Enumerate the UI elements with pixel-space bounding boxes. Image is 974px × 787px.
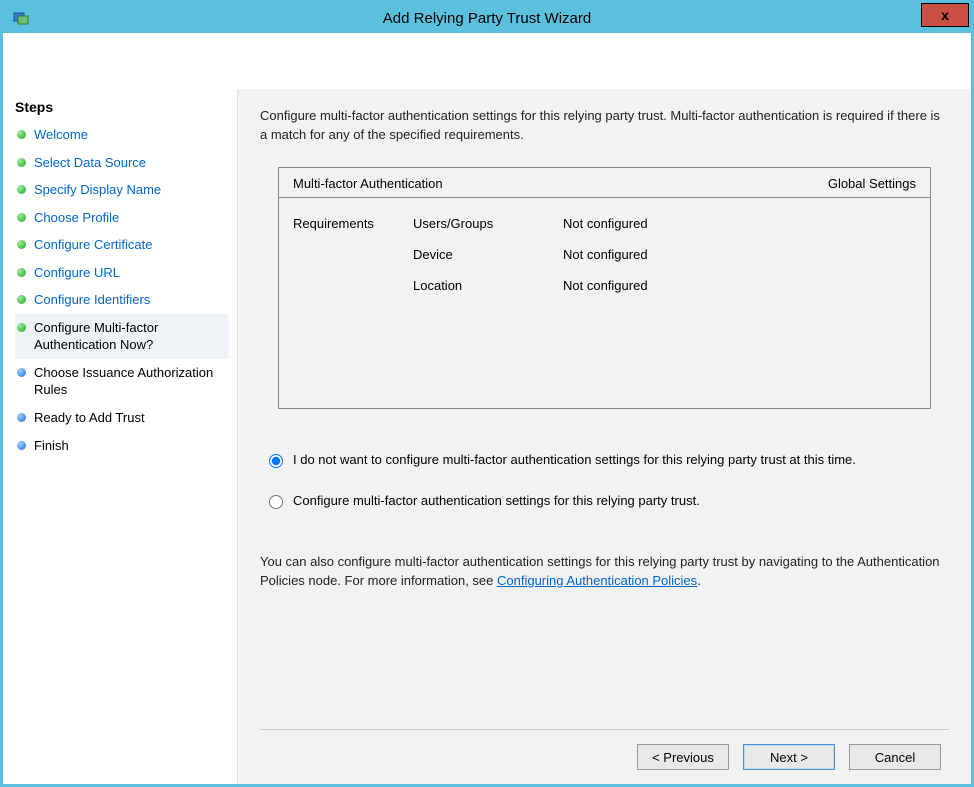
- step-bullet-icon: [17, 268, 26, 277]
- mfa-choice-radios: I do not want to configure multi-factor …: [264, 441, 949, 533]
- step-label: Select Data Source: [34, 154, 146, 172]
- step-ready-to-add-trust[interactable]: Ready to Add Trust: [15, 404, 229, 432]
- mfa-req-name: Location: [413, 270, 563, 301]
- main-panel: Configure multi-factor authentication se…: [237, 89, 971, 784]
- mfa-req-name: Users/Groups: [413, 208, 563, 239]
- step-finish[interactable]: Finish: [15, 432, 229, 460]
- step-configure-certificate[interactable]: Configure Certificate: [15, 231, 229, 259]
- mfa-req-name: Device: [413, 239, 563, 270]
- step-label: Configure Certificate: [34, 236, 153, 254]
- step-bullet-icon: [17, 213, 26, 222]
- mfa-body: Requirements Users/GroupsDeviceLocation …: [279, 198, 930, 311]
- mfa-global-settings: Global Settings: [828, 176, 916, 191]
- step-bullet-icon: [17, 323, 26, 332]
- mfa-settings-box: Multi-factor Authentication Global Setti…: [278, 167, 931, 409]
- steps-heading: Steps: [15, 99, 229, 115]
- mfa-heading: Multi-factor Authentication: [293, 176, 828, 191]
- mfa-req-value: Not configured: [563, 208, 916, 239]
- footnote-link[interactable]: Configuring Authentication Policies: [497, 573, 697, 588]
- requirements-label: Requirements: [293, 208, 413, 239]
- wizard-buttons: < Previous Next > Cancel: [260, 729, 949, 772]
- steps-sidebar: Steps Welcome Select Data Source Specify D…: [3, 89, 237, 784]
- close-button[interactable]: x: [921, 3, 969, 27]
- step-bullet-icon: [17, 240, 26, 249]
- step-choose-issuance-authorization-rules[interactable]: Choose Issuance Authorization Rules: [15, 359, 229, 404]
- step-bullet-icon: [17, 441, 26, 450]
- step-label: Configure URL: [34, 264, 120, 282]
- titlebar: Add Relying Party Trust Wizard x: [3, 3, 971, 33]
- step-specify-display-name[interactable]: Specify Display Name: [15, 176, 229, 204]
- radio-configure-mfa-input[interactable]: [269, 495, 283, 509]
- step-bullet-icon: [17, 158, 26, 167]
- step-label: Configure Identifiers: [34, 291, 150, 309]
- radio-configure-mfa[interactable]: Configure multi-factor authentication se…: [264, 492, 949, 509]
- step-label: Configure Multi-factor Authentication No…: [34, 319, 225, 354]
- wizard-window: Add Relying Party Trust Wizard x Steps W…: [3, 3, 971, 784]
- mfa-req-value: Not configured: [563, 270, 916, 301]
- step-label: Welcome: [34, 126, 88, 144]
- step-bullet-icon: [17, 368, 26, 377]
- step-configure-multi-factor-authentication-now: Configure Multi-factor Authentication No…: [15, 314, 229, 359]
- step-label: Finish: [34, 437, 69, 455]
- footnote: You can also configure multi-factor auth…: [260, 553, 949, 591]
- step-welcome[interactable]: Welcome: [15, 121, 229, 149]
- step-choose-profile[interactable]: Choose Profile: [15, 204, 229, 232]
- step-bullet-icon: [17, 295, 26, 304]
- step-configure-url[interactable]: Configure URL: [15, 259, 229, 287]
- step-bullet-icon: [17, 413, 26, 422]
- cancel-button[interactable]: Cancel: [849, 744, 941, 770]
- next-button[interactable]: Next >: [743, 744, 835, 770]
- wizard-body: Steps Welcome Select Data Source Specify D…: [3, 89, 971, 784]
- intro-text: Configure multi-factor authentication se…: [260, 107, 949, 145]
- footnote-post: .: [697, 573, 701, 588]
- header-strip: [3, 33, 971, 89]
- step-label: Specify Display Name: [34, 181, 161, 199]
- step-select-data-source[interactable]: Select Data Source: [15, 149, 229, 177]
- window-title: Add Relying Party Trust Wizard: [3, 10, 971, 27]
- step-label: Ready to Add Trust: [34, 409, 145, 427]
- step-label: Choose Profile: [34, 209, 119, 227]
- app-icon: [11, 8, 31, 28]
- radio-skip-mfa-input[interactable]: [269, 454, 283, 468]
- step-bullet-icon: [17, 130, 26, 139]
- mfa-req-value: Not configured: [563, 239, 916, 270]
- previous-button[interactable]: < Previous: [637, 744, 729, 770]
- step-configure-identifiers[interactable]: Configure Identifiers: [15, 286, 229, 314]
- mfa-header: Multi-factor Authentication Global Setti…: [279, 168, 930, 198]
- radio-configure-mfa-label: Configure multi-factor authentication se…: [293, 493, 700, 508]
- step-bullet-icon: [17, 185, 26, 194]
- radio-skip-mfa[interactable]: I do not want to configure multi-factor …: [264, 451, 949, 468]
- step-label: Choose Issuance Authorization Rules: [34, 364, 225, 399]
- radio-skip-mfa-label: I do not want to configure multi-factor …: [293, 452, 856, 467]
